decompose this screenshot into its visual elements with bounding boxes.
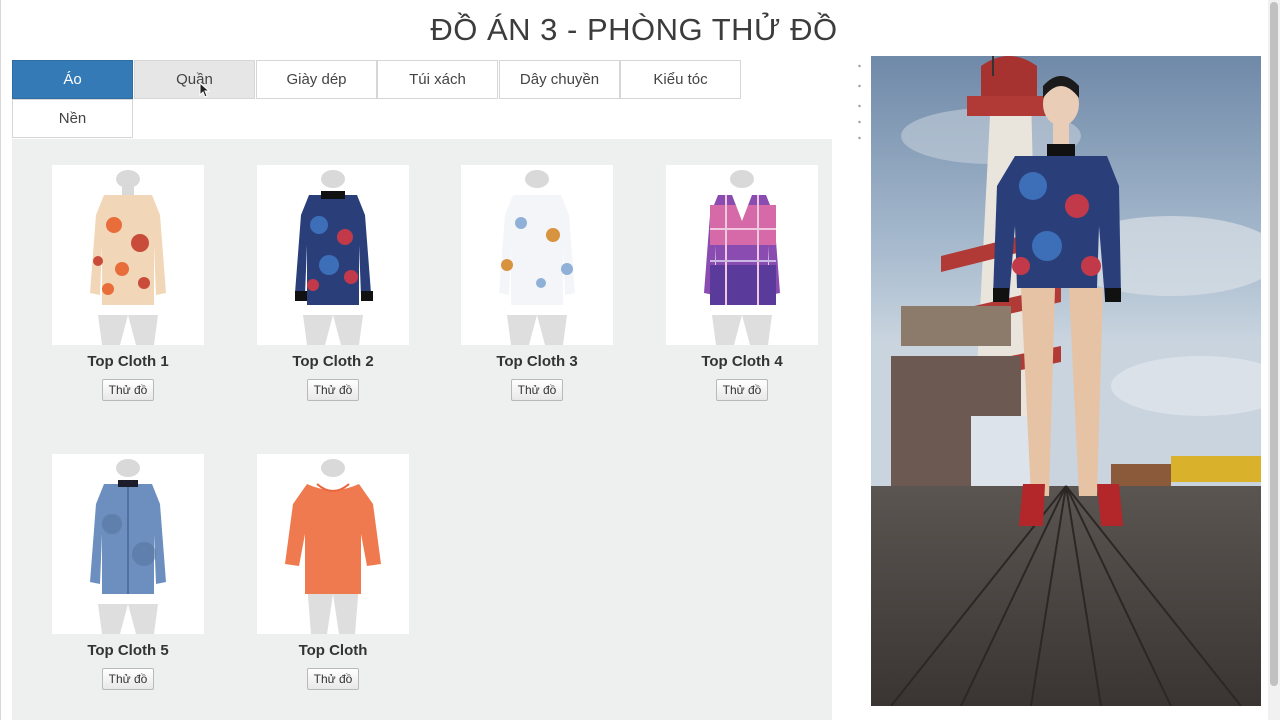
tab-ao[interactable]: Áo xyxy=(12,60,133,99)
plaid-shirt-icon xyxy=(704,170,780,345)
tab-kieu-toc[interactable]: Kiểu tóc xyxy=(620,60,741,99)
orange-top-icon xyxy=(285,459,381,634)
tab-quan[interactable]: Quần xyxy=(134,60,255,99)
mouse-cursor-icon xyxy=(199,82,211,98)
product-thumbnail[interactable] xyxy=(52,454,204,634)
page-title: ĐỒ ÁN 3 - PHÒNG THỬ ĐỒ xyxy=(430,12,838,47)
product-card: Top Cloth 3 Thử đồ xyxy=(457,165,617,401)
product-name: Top Cloth xyxy=(298,642,368,659)
product-card: Top Cloth 4 Thử đồ xyxy=(662,165,822,401)
product-name: Top Cloth 1 xyxy=(87,353,169,370)
product-thumbnail[interactable] xyxy=(257,165,409,345)
product-name: Top Cloth 3 xyxy=(496,353,578,370)
try-on-button[interactable]: Thử đồ xyxy=(101,668,155,690)
try-on-button[interactable]: Thử đồ xyxy=(715,379,769,401)
product-card: Top Cloth Thử đồ xyxy=(253,454,413,690)
denim-shirt-icon xyxy=(90,459,166,634)
product-thumbnail[interactable] xyxy=(461,165,613,345)
product-thumbnail[interactable] xyxy=(666,165,818,345)
resize-handle-icon[interactable] xyxy=(858,62,861,142)
floral-blouse-icon xyxy=(90,170,166,345)
product-thumbnail[interactable] xyxy=(257,454,409,634)
product-name: Top Cloth 5 xyxy=(87,642,169,659)
product-card: Top Cloth 5 Thử đồ xyxy=(48,454,208,690)
try-on-button[interactable]: Thử đồ xyxy=(510,379,564,401)
product-card: Top Cloth 1 Thử đồ xyxy=(48,165,208,401)
product-name: Top Cloth 2 xyxy=(292,353,374,370)
try-on-button[interactable]: Thử đồ xyxy=(306,379,360,401)
product-thumbnail[interactable] xyxy=(52,165,204,345)
try-on-button[interactable]: Thử đồ xyxy=(101,379,155,401)
tab-nen[interactable]: Nền xyxy=(12,99,133,138)
product-card: Top Cloth 2 Thử đồ xyxy=(253,165,413,401)
tab-tui-xach[interactable]: Túi xách xyxy=(377,60,498,99)
scrollbar-thumb[interactable] xyxy=(1270,2,1278,686)
white-floral-blouse-icon xyxy=(499,170,575,345)
tab-day-chuyen[interactable]: Dây chuyền xyxy=(499,60,620,99)
vertical-scrollbar[interactable] xyxy=(1268,0,1280,720)
product-name: Top Cloth 4 xyxy=(701,353,783,370)
tab-giay-dep[interactable]: Giày dép xyxy=(256,60,377,99)
fitting-room-preview xyxy=(871,56,1261,706)
pier-helter-skelter-scene-icon xyxy=(871,56,1261,706)
dark-floral-blouse-icon xyxy=(295,170,373,345)
product-grid: Top Cloth 1 Thử đồ Top Cloth 2 Thử đồ To… xyxy=(12,139,832,720)
try-on-button[interactable]: Thử đồ xyxy=(306,668,360,690)
